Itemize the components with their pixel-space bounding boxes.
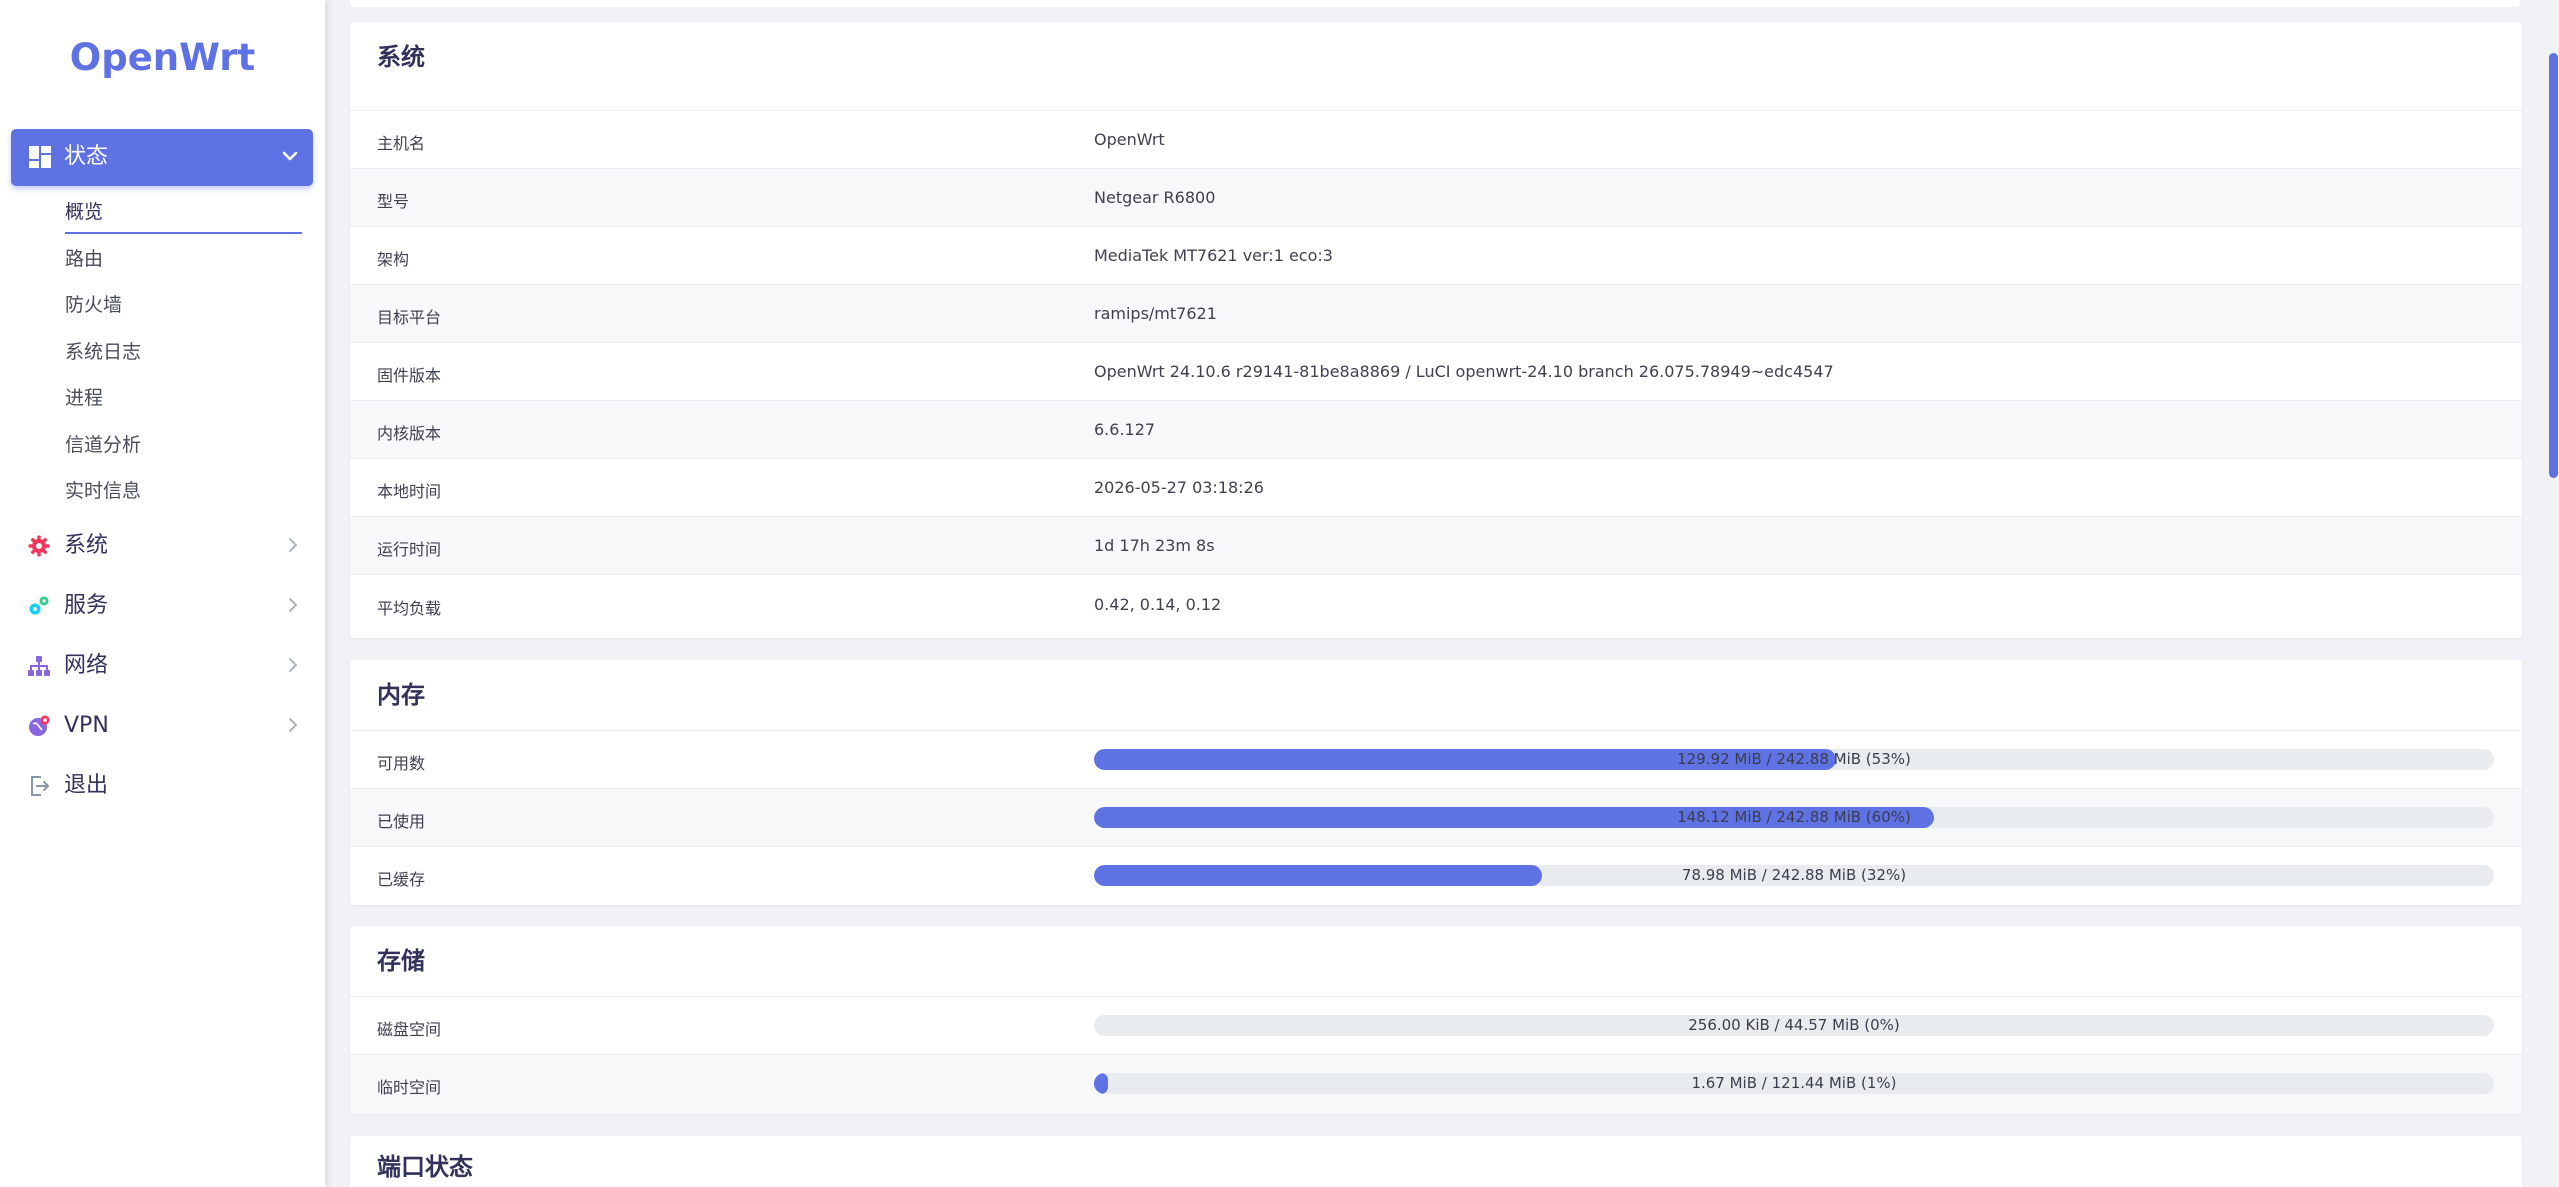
dashboard-icon bbox=[29, 146, 51, 168]
table-row: 架构 MediaTek MT7621 ver:1 eco:3 bbox=[350, 226, 2522, 285]
row-label: 架构 bbox=[377, 250, 410, 269]
table-row: 临时空间 1.67 MiB / 121.44 MiB (1%) bbox=[350, 1054, 2522, 1114]
row-label: 主机名 bbox=[377, 134, 426, 153]
progress-bar: 256.00 KiB / 44.57 MiB (0%) bbox=[1094, 1015, 2494, 1036]
row-value: 2026-05-27 03:18:26 bbox=[1094, 478, 1264, 497]
row-value: 6.6.127 bbox=[1094, 420, 1156, 439]
table-row: 已使用 148.12 MiB / 242.88 MiB (60%) bbox=[350, 788, 2522, 847]
progress-text: 78.98 MiB / 242.88 MiB (32%) bbox=[1681, 866, 1907, 884]
row-label: 固件版本 bbox=[377, 366, 442, 385]
app-window: OpenWrt 状态 概览 路由 防火墙 系统日志 进程 信道分析 实时信息 系… bbox=[0, 0, 2559, 1187]
sidebar-item-status[interactable]: 状态 bbox=[11, 129, 313, 186]
sidebar-item-services[interactable]: 服务 bbox=[11, 582, 313, 630]
table-row: 本地时间 2026-05-27 03:18:26 bbox=[350, 458, 2522, 517]
card-title: 端口状态 bbox=[377, 1153, 473, 1181]
chevron-right-icon bbox=[289, 718, 297, 732]
row-label: 临时空间 bbox=[377, 1078, 442, 1097]
table-row: 已缓存 78.98 MiB / 242.88 MiB (32%) bbox=[350, 846, 2522, 905]
subnav-realtime[interactable]: 实时信息 bbox=[65, 478, 141, 504]
subnav-routes[interactable]: 路由 bbox=[65, 246, 103, 272]
chevron-right-icon bbox=[289, 598, 297, 612]
row-value: ramips/mt7621 bbox=[1094, 304, 1217, 323]
table-row: 运行时间 1d 17h 23m 8s bbox=[350, 516, 2522, 575]
row-value: 1d 17h 23m 8s bbox=[1094, 536, 1215, 555]
sidebar-item-logout[interactable]: 退出 bbox=[11, 762, 313, 810]
progress-bar: 129.92 MiB / 242.88 MiB (53%) bbox=[1094, 749, 2494, 770]
row-value: OpenWrt bbox=[1094, 130, 1165, 149]
progress-text: 1.67 MiB / 121.44 MiB (1%) bbox=[1691, 1074, 1897, 1092]
chevron-down-icon bbox=[282, 151, 298, 161]
sidebar-item-label: 退出 bbox=[64, 773, 109, 798]
row-value: Netgear R6800 bbox=[1094, 188, 1216, 207]
main-content: 系统 主机名 OpenWrt 型号 Netgear R6800 架构 Media… bbox=[330, 0, 2540, 1187]
network-icon bbox=[28, 656, 50, 676]
row-label: 目标平台 bbox=[377, 308, 442, 327]
sidebar-item-vpn[interactable]: VPN bbox=[11, 702, 313, 750]
sidebar-item-label: VPN bbox=[64, 713, 109, 738]
table-row: 主机名 OpenWrt bbox=[350, 110, 2522, 169]
gear-icon bbox=[28, 535, 50, 557]
row-label: 运行时间 bbox=[377, 540, 442, 559]
logout-icon bbox=[31, 776, 49, 796]
port-status-card: 端口状态 bbox=[350, 1136, 2522, 1187]
row-value: MediaTek MT7621 ver:1 eco:3 bbox=[1094, 246, 1333, 265]
row-label: 磁盘空间 bbox=[377, 1020, 442, 1039]
subnav-firewall[interactable]: 防火墙 bbox=[65, 292, 122, 318]
sidebar-item-label: 网络 bbox=[64, 653, 109, 678]
sidebar-item-label: 系统 bbox=[64, 533, 109, 558]
table-row: 可用数 129.92 MiB / 242.88 MiB (53%) bbox=[350, 730, 2522, 789]
progress-text: 129.92 MiB / 242.88 MiB (53%) bbox=[1677, 750, 1911, 768]
brand-logo[interactable]: OpenWrt bbox=[0, 36, 325, 79]
services-icon bbox=[29, 596, 49, 615]
card-title: 系统 bbox=[377, 43, 425, 71]
progress-bar: 148.12 MiB / 242.88 MiB (60%) bbox=[1094, 807, 2494, 828]
active-underline bbox=[65, 232, 302, 234]
table-row: 内核版本 6.6.127 bbox=[350, 400, 2522, 459]
scrollbar-thumb[interactable] bbox=[2549, 53, 2558, 478]
row-label: 已缓存 bbox=[377, 870, 426, 889]
row-value: 0.42, 0.14, 0.12 bbox=[1094, 595, 1222, 614]
progress-bar: 1.67 MiB / 121.44 MiB (1%) bbox=[1094, 1073, 2494, 1094]
progress-text: 256.00 KiB / 44.57 MiB (0%) bbox=[1688, 1016, 1900, 1034]
subnav-processes[interactable]: 进程 bbox=[65, 385, 103, 411]
row-label: 内核版本 bbox=[377, 424, 442, 443]
subnav-overview[interactable]: 概览 bbox=[65, 199, 103, 225]
card-title: 内存 bbox=[377, 681, 425, 709]
sidebar-item-label: 服务 bbox=[64, 593, 109, 618]
previous-card-edge bbox=[350, 0, 2520, 7]
subnav-syslog[interactable]: 系统日志 bbox=[65, 339, 141, 365]
row-value: OpenWrt 24.10.6 r29141-81be8a8869 / LuCI… bbox=[1094, 362, 1834, 381]
table-row: 型号 Netgear R6800 bbox=[350, 168, 2522, 227]
sidebar-item-system[interactable]: 系统 bbox=[11, 522, 313, 570]
sidebar: OpenWrt 状态 概览 路由 防火墙 系统日志 进程 信道分析 实时信息 系… bbox=[0, 0, 325, 1187]
memory-card: 内存 可用数 129.92 MiB / 242.88 MiB (53%) 已使用… bbox=[350, 660, 2522, 905]
chevron-right-icon bbox=[289, 538, 297, 552]
row-label: 平均负载 bbox=[377, 599, 442, 618]
row-label: 已使用 bbox=[377, 812, 426, 831]
table-row: 平均负载 0.42, 0.14, 0.12 bbox=[350, 574, 2522, 638]
progress-text: 148.12 MiB / 242.88 MiB (60%) bbox=[1677, 808, 1911, 826]
sidebar-item-label: 状态 bbox=[64, 144, 109, 169]
sidebar-item-network[interactable]: 网络 bbox=[11, 642, 313, 690]
row-label: 本地时间 bbox=[377, 482, 442, 501]
table-row: 磁盘空间 256.00 KiB / 44.57 MiB (0%) bbox=[350, 996, 2522, 1055]
table-row: 固件版本 OpenWrt 24.10.6 r29141-81be8a8869 /… bbox=[350, 342, 2522, 401]
chevron-right-icon bbox=[289, 658, 297, 672]
row-label: 可用数 bbox=[377, 754, 426, 773]
progress-bar: 78.98 MiB / 242.88 MiB (32%) bbox=[1094, 865, 2494, 886]
row-label: 型号 bbox=[377, 192, 410, 211]
vpn-icon bbox=[29, 715, 50, 736]
subnav-channel-analysis[interactable]: 信道分析 bbox=[65, 432, 141, 458]
table-row: 目标平台 ramips/mt7621 bbox=[350, 284, 2522, 343]
system-card: 系统 主机名 OpenWrt 型号 Netgear R6800 架构 Media… bbox=[350, 22, 2522, 638]
storage-card: 存储 磁盘空间 256.00 KiB / 44.57 MiB (0%) 临时空间… bbox=[350, 926, 2522, 1114]
card-title: 存储 bbox=[377, 947, 425, 975]
